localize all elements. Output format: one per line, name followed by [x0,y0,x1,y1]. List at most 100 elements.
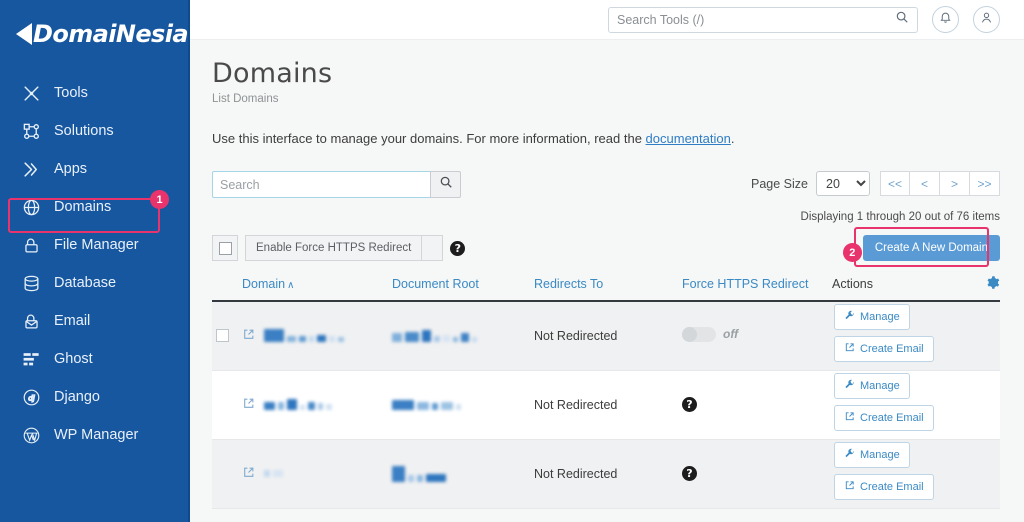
sidebar-item-label: WP Manager [54,428,138,443]
sidebar-item-wp-manager[interactable]: WP Manager [0,416,188,454]
page-description-suffix: . [731,131,735,146]
page-size-label: Page Size [751,177,808,191]
bell-icon [939,11,952,29]
cell-document-root [392,439,534,508]
notifications-button[interactable] [932,6,959,33]
top-bar [190,0,1024,40]
sidebar-item-label: Django [54,390,100,405]
search-tools-container[interactable] [608,7,918,33]
main-content: Domains List Domains Use this interface … [190,0,1024,522]
create-domain-area: Create A New Domain 2 [863,235,1000,261]
search-input[interactable] [212,171,430,198]
cell-force-https-redirect: ? [682,370,832,439]
previous-page-button[interactable]: < [910,171,940,196]
column-force-https-redirect[interactable]: Force HTTPS Redirect [682,271,832,301]
create-new-domain-button[interactable]: Create A New Domain [863,235,1000,261]
manage-button-label: Manage [860,449,900,461]
table-body: Not Redirected off [212,301,1000,508]
toggle-switch[interactable] [682,327,716,342]
sidebar-nav: Tools Solutions Apps Domains [0,74,188,454]
manage-button[interactable]: Manage [834,442,910,468]
external-link-icon[interactable] [242,397,255,413]
sidebar-item-email[interactable]: Email [0,302,188,340]
sidebar-item-solutions[interactable]: Solutions [0,112,188,150]
search-tools-input[interactable] [617,13,895,27]
column-redirects-to[interactable]: Redirects To [534,271,682,301]
external-link-icon [844,411,855,425]
table-row: Not Redirected ? Manage [212,370,1000,439]
django-icon: dj [22,388,41,407]
bulk-action-row: Enable Force HTTPS Redirect ? Create A N… [212,234,1000,262]
question-mark-icon[interactable]: ? [682,466,697,481]
brand-logo[interactable]: DomaiNesia [0,0,188,58]
page-description-text: Use this interface to manage your domain… [212,131,646,146]
manage-button[interactable]: Manage [834,304,910,330]
sidebar-item-label: Solutions [54,124,114,139]
table-row: Not Redirected off [212,301,1000,370]
table-settings-button[interactable] [955,271,1000,301]
page-body: Domains List Domains Use this interface … [190,40,1024,509]
external-link-icon[interactable] [242,466,255,482]
external-link-icon [844,342,855,356]
cell-actions: Manage Create Email [832,370,1000,439]
cell-redirects-to: Not Redirected [534,439,682,508]
last-page-button[interactable]: >> [970,171,1000,196]
sidebar-item-apps[interactable]: Apps [0,150,188,188]
pagination-controls: Page Size 20 50 100 << < > >> [751,171,1000,196]
cell-domain [242,301,392,370]
row-select-placeholder [212,439,242,508]
question-mark-icon[interactable]: ? [450,241,465,256]
sidebar-item-ghost[interactable]: Ghost [0,340,188,378]
manage-button-label: Manage [860,311,900,323]
redacted-domain-value [264,329,344,342]
next-page-button[interactable]: > [940,171,970,196]
apps-chevrons-icon [22,160,41,179]
page-description: Use this interface to manage your domain… [212,131,1000,146]
folder-lock-icon [22,236,41,255]
documentation-link[interactable]: documentation [646,131,731,146]
bulk-action-group: Enable Force HTTPS Redirect ? [212,235,465,261]
create-email-button[interactable]: Create Email [834,474,934,500]
question-mark-icon[interactable]: ? [682,397,697,412]
page-size-select[interactable]: 20 50 100 [816,171,870,196]
page-title: Domains [212,58,1000,89]
annotation-step-badge-1: 1 [150,190,169,209]
sort-ascending-icon: ∧ [287,280,294,291]
external-link-icon[interactable] [242,328,255,344]
sidebar-item-label: Database [54,276,116,291]
select-all-checkbox[interactable] [212,235,238,261]
column-domain[interactable]: Domain∧ [242,271,392,301]
sidebar-item-tools[interactable]: Tools [0,74,188,112]
pagination-area: Page Size 20 50 100 << < > >> [751,171,1000,223]
force-https-toggle[interactable]: off [682,327,738,342]
sidebar-item-label: Email [54,314,90,329]
annotation-step-badge-2: 2 [843,243,862,262]
wrench-icon [844,448,855,462]
row-select-checkbox[interactable] [212,301,242,370]
manage-button[interactable]: Manage [834,373,910,399]
column-document-root[interactable]: Document Root [392,271,534,301]
column-domain-label: Domain [242,277,285,291]
bulk-action-select[interactable]: Enable Force HTTPS Redirect [245,235,443,261]
domains-table: Domain∧ Document Root Redirects To Force… [212,271,1000,509]
redacted-domain-value [264,470,283,477]
first-page-button[interactable]: << [880,171,910,196]
column-select [212,271,242,301]
create-email-button[interactable]: Create Email [834,405,934,431]
account-button[interactable] [973,6,1000,33]
search-button[interactable] [430,171,461,198]
page-subtitle: List Domains [212,93,1000,105]
redacted-document-root-value [392,330,477,342]
create-email-button[interactable]: Create Email [834,336,934,362]
cell-force-https-redirect: ? [682,439,832,508]
sidebar-item-database[interactable]: Database [0,264,188,302]
sidebar-item-file-manager[interactable]: File Manager [0,226,188,264]
gear-icon [985,279,1000,293]
external-link-icon [844,480,855,494]
globe-icon [22,198,41,217]
pager-buttons: << < > >> [880,171,1000,196]
sidebar-item-django[interactable]: dj Django [0,378,188,416]
ghost-icon [22,350,41,369]
database-icon [22,274,41,293]
cell-actions: Manage Create Email [832,439,1000,508]
